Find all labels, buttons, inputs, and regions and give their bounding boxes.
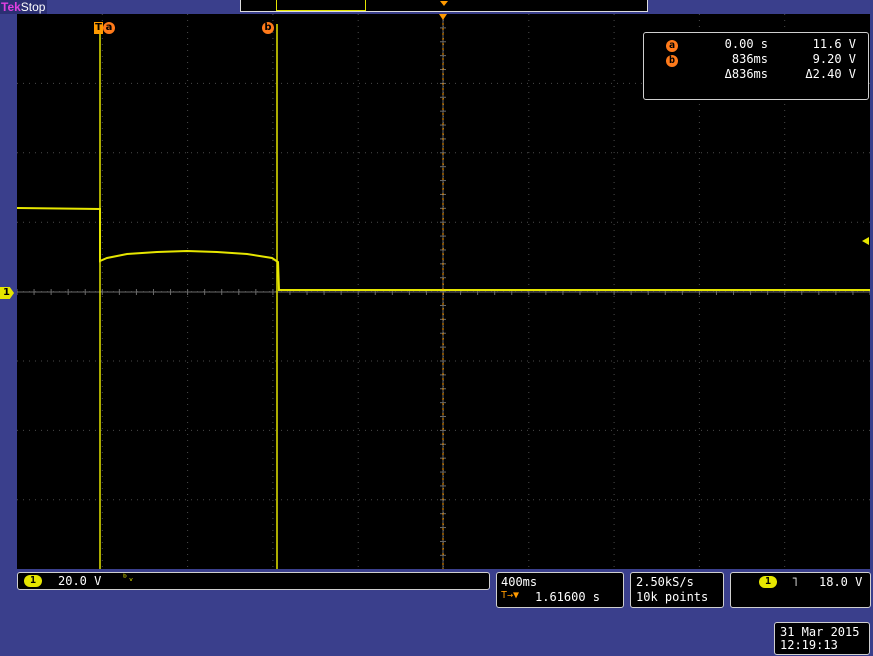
bandwidth-limit-icon: ᵇᵥ	[122, 573, 135, 584]
cursor-a-time: 0.00 s	[724, 37, 768, 51]
channel-1-ground-marker[interactable]: 1	[0, 287, 14, 299]
cursor-a-readout-badge: a	[666, 40, 678, 52]
delta-time: Δ836ms	[724, 67, 768, 81]
acquisition-settings[interactable]: 2.50kS/s 10k points	[630, 572, 724, 608]
cursor-a-label[interactable]: Ta	[94, 21, 115, 34]
trigger-position-marker-icon	[440, 1, 448, 6]
cursor-a-voltage: 11.6 V	[812, 37, 856, 51]
cursor-b-voltage: 9.20 V	[812, 52, 856, 66]
time: 12:19:13	[780, 638, 838, 652]
waveform-display[interactable]: Ta b a 0.00 s 11.6 V b 836ms 9.20 V Δ836…	[17, 14, 870, 569]
channel-1-badge: 1	[24, 575, 42, 587]
readout-row-a: a 0.00 s 11.6 V	[644, 37, 868, 52]
record-view-window[interactable]	[276, 0, 366, 11]
timebase-settings[interactable]: 400ms T→▼ 1.61600 s	[496, 572, 624, 608]
trigger-settings[interactable]: 1 ˥ 18.0 V	[730, 572, 871, 608]
delta-voltage: Δ2.40 V	[805, 67, 856, 81]
cursor-b-badge: b	[262, 22, 274, 34]
trigger-badge-icon: T	[94, 22, 103, 34]
record-length: 10k points	[636, 590, 709, 604]
date: 31 Mar 2015	[780, 625, 860, 639]
cursor-b-readout-badge: b	[666, 55, 678, 67]
trigger-slope-icon: ˥	[791, 575, 799, 589]
bottom-info-bar: 1 20.0 V ᵇᵥ 400ms T→▼ 1.61600 s 2.50kS/s…	[0, 569, 873, 656]
channel-1-scale: 20.0 V	[58, 574, 102, 588]
cursor-b-label[interactable]: b	[262, 21, 274, 34]
readout-row-b: b 836ms 9.20 V	[644, 52, 868, 67]
acquisition-status: TekStop	[0, 0, 48, 14]
cursor-b-time: 836ms	[731, 52, 768, 66]
brand-logo: Tek	[1, 0, 21, 14]
sample-rate: 2.50kS/s	[636, 575, 694, 589]
trigger-time-marker-icon	[439, 14, 447, 20]
trigger-level: 18.0 V	[819, 575, 863, 589]
cursor-a-badge: a	[103, 22, 115, 34]
run-stop-status: Stop	[20, 0, 46, 14]
channel-1-settings[interactable]: 1 20.0 V ᵇᵥ	[17, 572, 490, 590]
readout-row-delta: Δ836ms Δ2.40 V	[644, 67, 868, 82]
trigger-position-icon: T→▼	[501, 590, 520, 601]
date-time-display: 31 Mar 2015 12:19:13	[774, 622, 870, 655]
cursor-readout-panel: a 0.00 s 11.6 V b 836ms 9.20 V Δ836ms Δ2…	[643, 32, 869, 100]
trigger-position-value: 1.61600 s	[535, 590, 601, 604]
top-status-bar: TekStop	[0, 0, 873, 14]
timebase-scale: 400ms	[501, 575, 538, 589]
trigger-level-marker-icon[interactable]	[862, 237, 869, 245]
trigger-source-badge: 1	[759, 576, 777, 588]
